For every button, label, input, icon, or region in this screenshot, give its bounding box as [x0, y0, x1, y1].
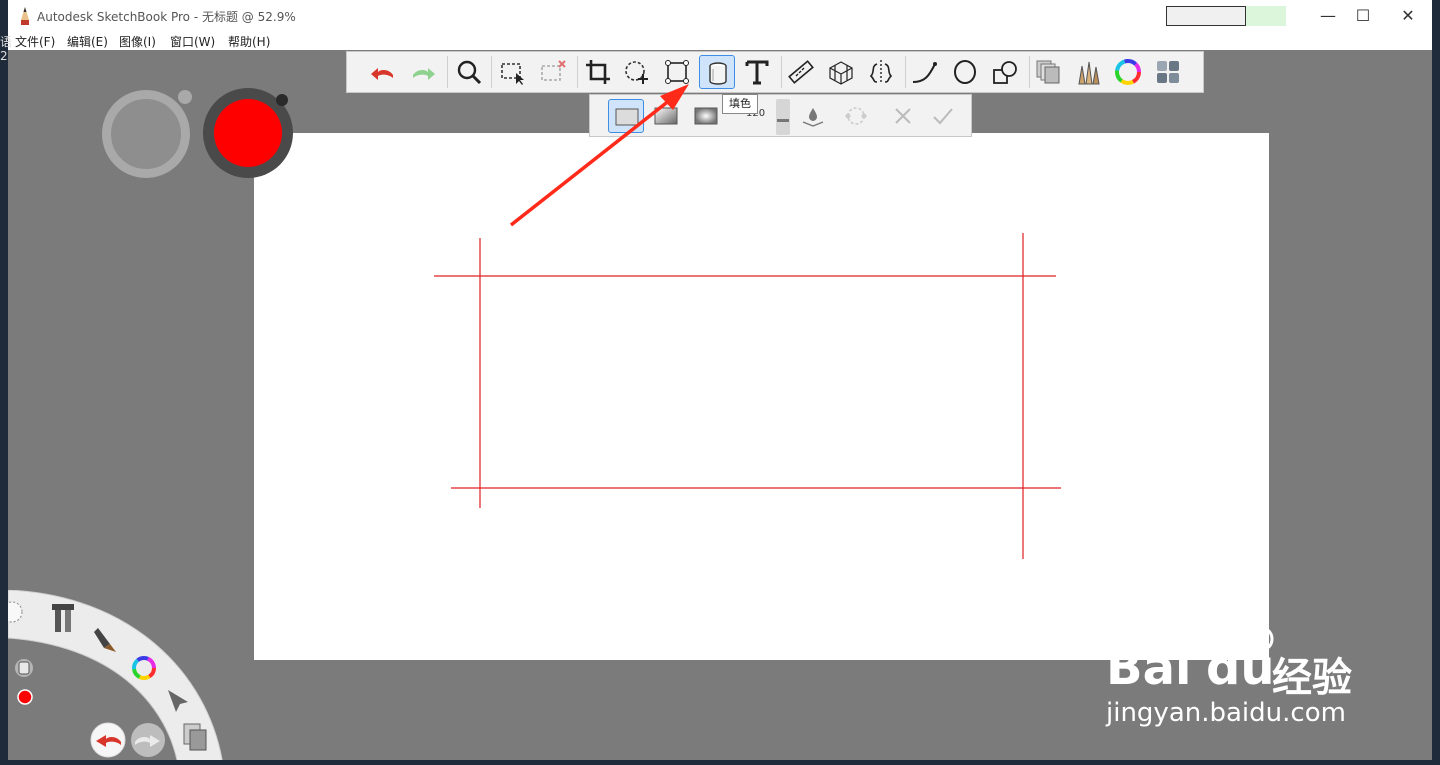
color-puck-knob: [276, 94, 288, 106]
baidu-watermark-url: jingyan.baidu.com: [1106, 698, 1346, 728]
menu-help[interactable]: 帮助(H): [228, 33, 270, 50]
linear-gradient-icon: [654, 107, 678, 125]
layers-icon: [1036, 60, 1060, 84]
undo-button[interactable]: [365, 55, 401, 89]
radial-gradient-icon: [694, 107, 718, 125]
fill-solid-icon: [615, 108, 639, 126]
reset-icon: [845, 107, 867, 125]
cancel-icon: [895, 108, 911, 124]
fill-tooltip: 填色: [722, 94, 758, 114]
transform-icon: [665, 60, 689, 84]
lagoon-menu: [8, 590, 223, 760]
shapes-icon: [993, 61, 1017, 84]
title-input-box[interactable]: [1166, 6, 1246, 26]
brushes-button[interactable]: [1070, 55, 1106, 89]
window-title: Autodesk SketchBook Pro - 无标题 @ 52.9%: [37, 10, 296, 24]
ruler-button[interactable]: [783, 55, 819, 89]
sample-layer-button[interactable]: [795, 99, 831, 133]
fill-reset-button[interactable]: [838, 99, 874, 133]
fill-bucket-icon: [709, 62, 727, 85]
crop-icon: [586, 60, 610, 84]
fill-bucket-button[interactable]: [699, 55, 735, 89]
close-button[interactable]: ✕: [1393, 4, 1423, 28]
fill-linear-gradient-button[interactable]: [648, 99, 684, 133]
brushes-icon: [1078, 61, 1100, 85]
title-status-box: [1246, 6, 1286, 26]
title-bar: Autodesk SketchBook Pro - 无标题 @ 52.9% — …: [8, 0, 1432, 32]
menu-edit[interactable]: 编辑(E): [67, 33, 108, 50]
baidu-logo-right: du: [1206, 640, 1275, 696]
redo-icon: [413, 68, 435, 80]
perspective-button[interactable]: [823, 55, 859, 89]
layers-button[interactable]: [1030, 55, 1066, 89]
menu-bar: 文件(F) 编辑(E) 图像(I) 窗口(W) 帮助(H): [8, 32, 1432, 50]
maximize-button[interactable]: ☐: [1348, 4, 1378, 28]
crop-button[interactable]: [580, 55, 616, 89]
tolerance-slider[interactable]: [776, 99, 790, 135]
shapes-button[interactable]: [987, 55, 1023, 89]
zoom-button[interactable]: [451, 55, 487, 89]
confirm-icon: [933, 108, 953, 125]
menu-window[interactable]: 窗口(W): [170, 33, 215, 50]
zoom-icon: [457, 60, 482, 85]
select-icon: [501, 63, 524, 85]
fill-options-bar: [589, 94, 972, 137]
symmetry-button[interactable]: [863, 55, 899, 89]
toolbar-separator: [905, 56, 906, 88]
brush-size-puck[interactable]: [102, 90, 190, 178]
transform-button[interactable]: [659, 55, 695, 89]
deselect-icon: [541, 60, 566, 81]
palette-icon: [1157, 61, 1179, 83]
color-wheel-icon: [1115, 59, 1141, 85]
lasso-move-button[interactable]: [619, 55, 655, 89]
sketchbook-window: Autodesk SketchBook Pro - 无标题 @ 52.9% — …: [8, 0, 1432, 760]
tolerance-slider-handle[interactable]: [777, 119, 789, 122]
curve-button[interactable]: [907, 55, 943, 89]
baidu-logo-cn: 经验: [1272, 655, 1352, 701]
text-button[interactable]: [739, 55, 775, 89]
menu-image[interactable]: 图像(I): [119, 33, 156, 50]
perspective-icon: [829, 61, 853, 85]
fill-solid-button[interactable]: [608, 99, 644, 133]
lagoon-color-dot[interactable]: [17, 689, 33, 705]
cancel-button[interactable]: [885, 99, 921, 133]
toolbar-separator: [781, 56, 782, 88]
brush-size-puck-knob: [178, 90, 192, 104]
deselect-button[interactable]: [535, 55, 571, 89]
baidu-logo-left: Bai: [1106, 640, 1192, 696]
menu-file[interactable]: 文件(F): [15, 33, 55, 50]
toolbar-separator: [577, 56, 578, 88]
color-wheel-button[interactable]: [1110, 55, 1146, 89]
fill-radial-gradient-button[interactable]: [688, 99, 724, 133]
minimize-button[interactable]: —: [1313, 4, 1343, 28]
main-toolbar: [346, 51, 1204, 93]
toolbar-separator: [447, 56, 448, 88]
canvas-strokes: [434, 233, 1061, 559]
ruler-icon: [788, 60, 814, 84]
sketchbook-app-icon: [21, 7, 29, 25]
select-button[interactable]: [495, 55, 531, 89]
symmetry-icon: [869, 60, 893, 84]
lasso-move-icon: [625, 61, 648, 84]
color-puck-swatch: [214, 99, 282, 167]
lagoon-layer-icon: [18, 661, 30, 675]
desktop-edge-text: 语: [0, 35, 13, 49]
toolbar-separator: [491, 56, 492, 88]
confirm-button[interactable]: [925, 99, 961, 133]
drawing-canvas[interactable]: [254, 133, 1269, 660]
redo-button[interactable]: [405, 55, 441, 89]
curve-icon: [912, 62, 937, 83]
desktop-edge-text: 2: [0, 49, 8, 63]
ellipse-button[interactable]: [947, 55, 983, 89]
ellipse-icon: [954, 60, 976, 84]
text-icon: [745, 60, 769, 85]
sample-drop-icon: [802, 108, 824, 127]
undo-icon: [371, 68, 393, 80]
palette-button[interactable]: [1150, 55, 1186, 89]
